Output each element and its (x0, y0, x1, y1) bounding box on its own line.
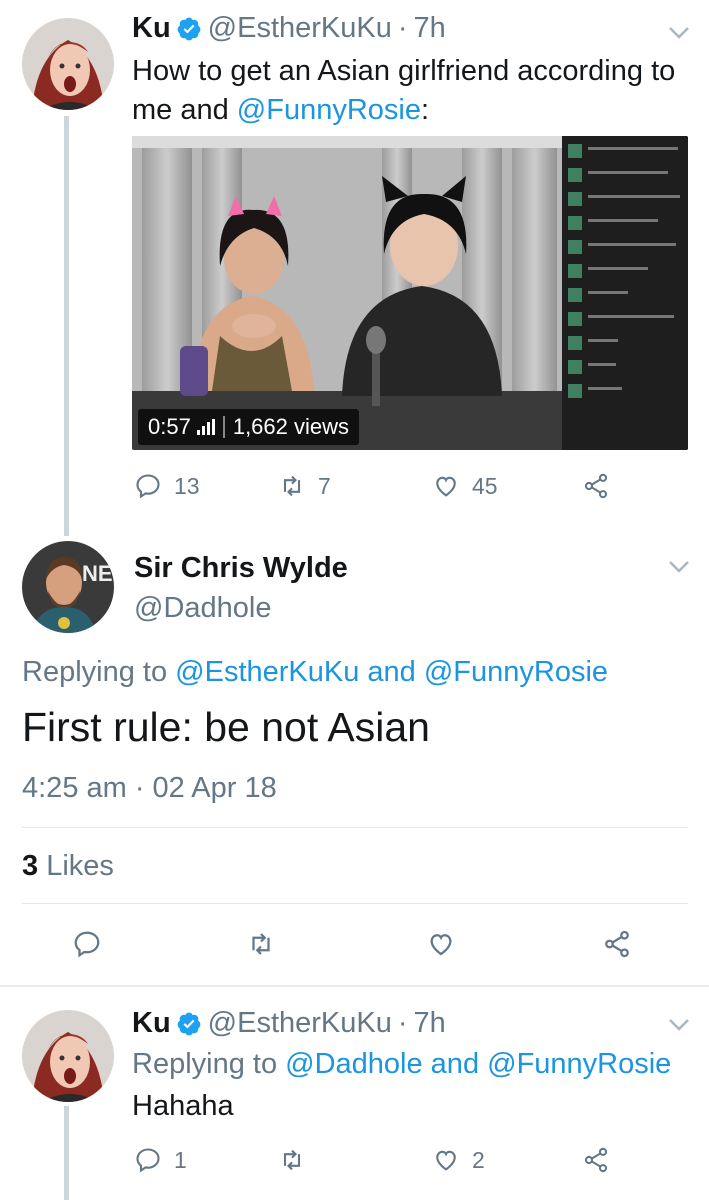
reply-count: 1 (174, 1146, 187, 1173)
divider (22, 827, 688, 828)
reply-icon (74, 931, 100, 958)
video-player[interactable] (132, 136, 688, 450)
like-icon (436, 476, 456, 497)
tweet-timestamp[interactable]: 4:25 am · 02 Apr 18 (22, 772, 277, 805)
mention-link[interactable]: @FunnyRosie (237, 94, 421, 126)
video-duration: 0:57 (148, 414, 191, 439)
tweet2-actions (72, 929, 644, 959)
tweet3-actions: 1 2 (134, 1146, 622, 1174)
tweet-text-suffix: : (420, 94, 430, 126)
replying-label: Replying to (132, 1048, 286, 1080)
thread-line-bottom (64, 1106, 69, 1200)
tweet-time[interactable]: 7h (414, 12, 446, 45)
share-icon (584, 473, 608, 499)
verified-icon (177, 1012, 201, 1035)
reply-count: 13 (174, 472, 200, 499)
badge-separator (222, 416, 225, 438)
avatar[interactable] (22, 1010, 114, 1102)
tweet-text: First rule: be not Asian (22, 704, 430, 750)
retweet-count: 7 (318, 472, 331, 499)
section-divider (0, 985, 709, 987)
like-button[interactable] (426, 929, 602, 959)
retweet-icon (252, 933, 270, 955)
retweet-button[interactable] (246, 929, 426, 959)
tweet3-header: Ku @EstherKuKu · 7h (132, 1007, 446, 1040)
share-button[interactable] (582, 1146, 622, 1174)
share-button[interactable] (582, 472, 622, 500)
replying-and: and (359, 656, 424, 688)
reply-button[interactable]: 1 (134, 1146, 278, 1174)
retweet-button[interactable] (278, 1146, 432, 1174)
author-name[interactable]: Sir Chris Wylde (134, 552, 348, 585)
likes-label: Likes (46, 850, 114, 882)
video-info-badge: 0:57 1,662 views (138, 409, 360, 445)
author-handle[interactable]: @EstherKuKu (208, 1007, 392, 1040)
share-icon (605, 930, 629, 958)
video-views: 1,662 views (232, 414, 350, 439)
tweet-text: How to get an Asian girlfriend according… (132, 52, 692, 130)
likes-summary[interactable]: 3 Likes (22, 850, 114, 883)
like-count: 45 (472, 472, 498, 499)
tweet1-header: Ku @EstherKuKu · 7h (132, 12, 446, 45)
retweet-icon (283, 1149, 301, 1171)
avatar[interactable]: NE (22, 541, 114, 633)
verified-icon (177, 17, 201, 40)
mention-link[interactable]: @FunnyRosie (487, 1048, 671, 1080)
like-button[interactable]: 45 (432, 472, 582, 500)
mention-link[interactable]: @FunnyRosie (424, 656, 608, 688)
reply-icon (136, 1148, 160, 1173)
like-button[interactable]: 2 (432, 1146, 582, 1174)
thread-line-top (64, 116, 69, 536)
mention-link[interactable]: @EstherKuKu (175, 656, 359, 688)
like-icon (436, 1150, 456, 1171)
like-count: 2 (472, 1146, 485, 1173)
tweet-text: Hahaha (132, 1090, 234, 1122)
reply-button[interactable] (72, 929, 246, 959)
replying-and: and (422, 1048, 488, 1080)
author-handle[interactable]: @Dadhole (134, 592, 271, 625)
divider (22, 903, 688, 904)
like-icon (430, 934, 452, 956)
share-icon (584, 1147, 608, 1173)
retweet-button[interactable]: 7 (278, 472, 432, 500)
avatar[interactable] (22, 18, 114, 110)
tweet-time[interactable]: 7h (414, 1007, 446, 1040)
author-name[interactable]: Ku (132, 1007, 171, 1040)
chevron-down-icon[interactable] (668, 26, 690, 40)
mention-link[interactable]: @Dadhole (285, 1048, 422, 1080)
tweet1-actions: 13 7 45 (134, 472, 622, 500)
replying-to: Replying to @Dadhole and @FunnyRosie (132, 1048, 671, 1081)
replying-label: Replying to (22, 656, 176, 688)
chevron-down-icon[interactable] (668, 560, 690, 574)
share-button[interactable] (602, 929, 644, 959)
separator-dot: · (397, 12, 408, 44)
chevron-down-icon[interactable] (668, 1018, 690, 1032)
separator-dot: · (397, 1007, 408, 1039)
svg-text:NE: NE (82, 561, 113, 586)
author-name[interactable]: Ku (132, 12, 171, 45)
author-handle[interactable]: @EstherKuKu (208, 12, 392, 45)
likes-count: 3 (22, 850, 39, 882)
retweet-icon (283, 475, 301, 497)
replying-to: Replying to @EstherKuKu and @FunnyRosie (22, 656, 608, 689)
video-views-icon (196, 419, 215, 435)
reply-icon (136, 474, 160, 499)
reply-button[interactable]: 13 (134, 472, 278, 500)
